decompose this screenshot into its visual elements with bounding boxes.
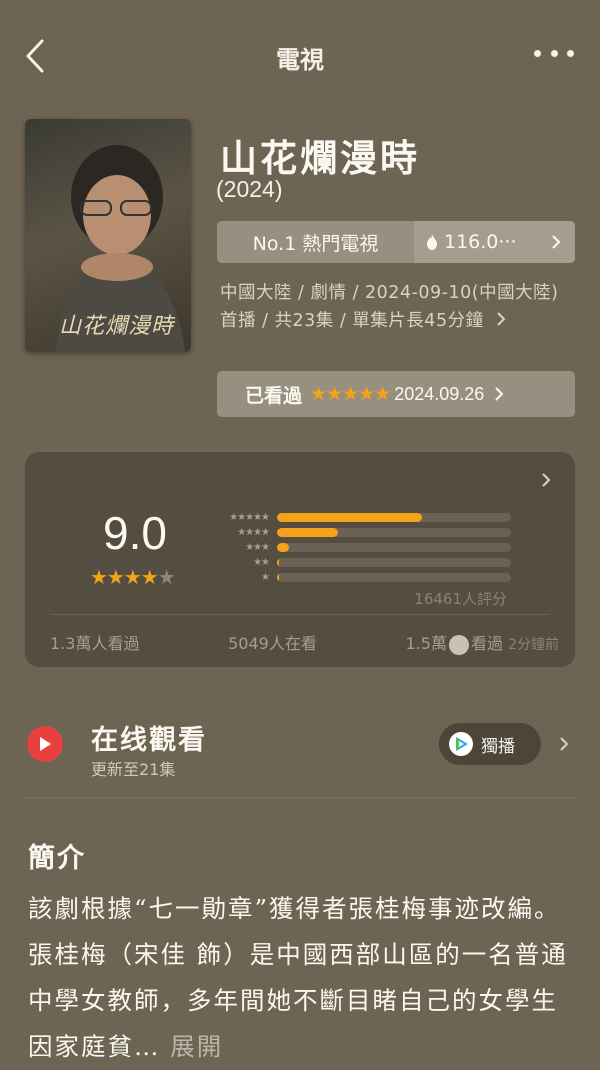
rating-row-1: ★ bbox=[209, 570, 511, 585]
more-dot-icon bbox=[534, 49, 541, 57]
rating-count: 16461人評分 bbox=[414, 590, 507, 608]
rating-row-3: ★★★ bbox=[209, 540, 511, 555]
chevron-right-icon bbox=[495, 387, 504, 401]
rating-row-stars: ★★★★ bbox=[237, 527, 270, 538]
poster-image[interactable]: 山花爛漫時 bbox=[25, 119, 191, 352]
want-suffix: 看過 bbox=[470, 634, 503, 653]
rating-row-4: ★★★★ bbox=[209, 525, 511, 540]
show-year: (2024) bbox=[216, 176, 283, 202]
page-title: 電視 bbox=[276, 45, 324, 74]
heat-value: 116.0··· bbox=[444, 231, 517, 253]
rating-bar-fill bbox=[277, 513, 423, 522]
rating-row-stars: ★★★★★ bbox=[229, 512, 270, 523]
online-subtitle: 更新至21集 bbox=[91, 760, 176, 779]
expand-link[interactable]: 展開 bbox=[170, 1032, 223, 1061]
chevron-right-icon bbox=[542, 473, 551, 487]
rating-bar-track bbox=[277, 513, 511, 522]
average-stars: ★★★★★ bbox=[90, 565, 176, 589]
avatar bbox=[448, 634, 469, 655]
exclusive-badge[interactable]: 獨播 bbox=[439, 723, 541, 765]
more-dot-icon bbox=[567, 49, 574, 57]
ranking-bar[interactable]: No.1 熱門電視 116.0··· bbox=[217, 221, 575, 263]
rating-row-2: ★★ bbox=[209, 555, 511, 570]
divider bbox=[50, 614, 550, 615]
rank-label[interactable]: No.1 熱門電視 bbox=[217, 221, 414, 263]
rating-bar-track bbox=[277, 573, 511, 582]
seen-count[interactable]: 1.3萬人看過 bbox=[50, 630, 139, 655]
chevron-right-icon bbox=[552, 235, 561, 249]
watched-status-button[interactable]: 已看過 ★★★★★ 2024.09.26 bbox=[217, 371, 575, 417]
rating-bar-fill bbox=[277, 558, 280, 567]
rating-bar-fill bbox=[277, 528, 338, 537]
rating-bar-fill bbox=[277, 543, 289, 552]
show-title: 山花爛漫時 bbox=[220, 136, 420, 180]
meta-text: 中國大陸 / 劇情 / 2024-09-10(中國大陸)首播 / 共23集 / … bbox=[220, 283, 559, 331]
watched-label: 已看過 bbox=[245, 384, 303, 407]
rating-card[interactable]: 9.0 ★★★★★ ★★★★★ ★★★★ ★★★ ★★ ★ 16461人評分 1… bbox=[25, 452, 575, 667]
chevron-right-icon bbox=[496, 312, 506, 326]
rating-row-stars: ★ bbox=[261, 572, 270, 583]
intro-body[interactable]: 該劇根據“七一勛章”獲得者張桂梅事迹改編。 張桂梅（宋佳 飾）是中國西部山區的一… bbox=[28, 886, 576, 1070]
divider bbox=[25, 797, 575, 798]
exclusive-label: 獨播 bbox=[481, 736, 515, 757]
rating-row-5: ★★★★★ bbox=[209, 510, 511, 525]
online-watch-row[interactable]: 在线觀看 更新至21集 獨播 bbox=[25, 714, 575, 784]
rating-bar-track bbox=[277, 543, 511, 552]
online-title: 在线觀看 bbox=[91, 725, 207, 756]
heat-section[interactable]: 116.0··· bbox=[414, 221, 575, 263]
rating-row-stars: ★★ bbox=[253, 557, 270, 568]
chevron-right-icon bbox=[560, 737, 569, 751]
intro-heading: 簡介 bbox=[28, 843, 86, 874]
tencent-video-icon bbox=[449, 732, 473, 756]
want-prefix: 1.5萬 bbox=[405, 634, 447, 653]
rating-distribution: ★★★★★ ★★★★ ★★★ ★★ ★ bbox=[209, 510, 511, 585]
play-icon bbox=[40, 737, 51, 751]
play-button[interactable] bbox=[27, 726, 63, 762]
average-score: 9.0 bbox=[103, 507, 167, 559]
rating-bar-track bbox=[277, 558, 511, 567]
more-dot-icon bbox=[550, 49, 558, 57]
flame-icon bbox=[427, 234, 437, 250]
rating-bar-fill bbox=[277, 573, 280, 582]
audience-stats: 1.3萬人看過 5049人在看 1.5萬 看過 2分鐘前 bbox=[50, 630, 559, 655]
watched-date: 2024.09.26 bbox=[394, 383, 485, 404]
want-count[interactable]: 1.5萬 看過 2分鐘前 bbox=[406, 630, 559, 655]
more-options-button[interactable] bbox=[534, 44, 574, 62]
intro-text: 該劇根據“七一勛章”獲得者張桂梅事迹改編。 張桂梅（宋佳 飾）是中國西部山區的一… bbox=[28, 894, 568, 1061]
my-rating-stars: ★★★★★ bbox=[310, 383, 391, 405]
rating-row-stars: ★★★ bbox=[245, 542, 270, 553]
poster-title: 山花爛漫時 bbox=[59, 314, 175, 339]
show-meta[interactable]: 中國大陸 / 劇情 / 2024-09-10(中國大陸)首播 / 共23集 / … bbox=[220, 279, 570, 335]
watching-count[interactable]: 5049人在看 bbox=[228, 630, 317, 655]
top-bar: 電視 bbox=[0, 0, 600, 112]
activity-time: 2分鐘前 bbox=[508, 637, 559, 653]
rating-bar-track bbox=[277, 528, 511, 537]
